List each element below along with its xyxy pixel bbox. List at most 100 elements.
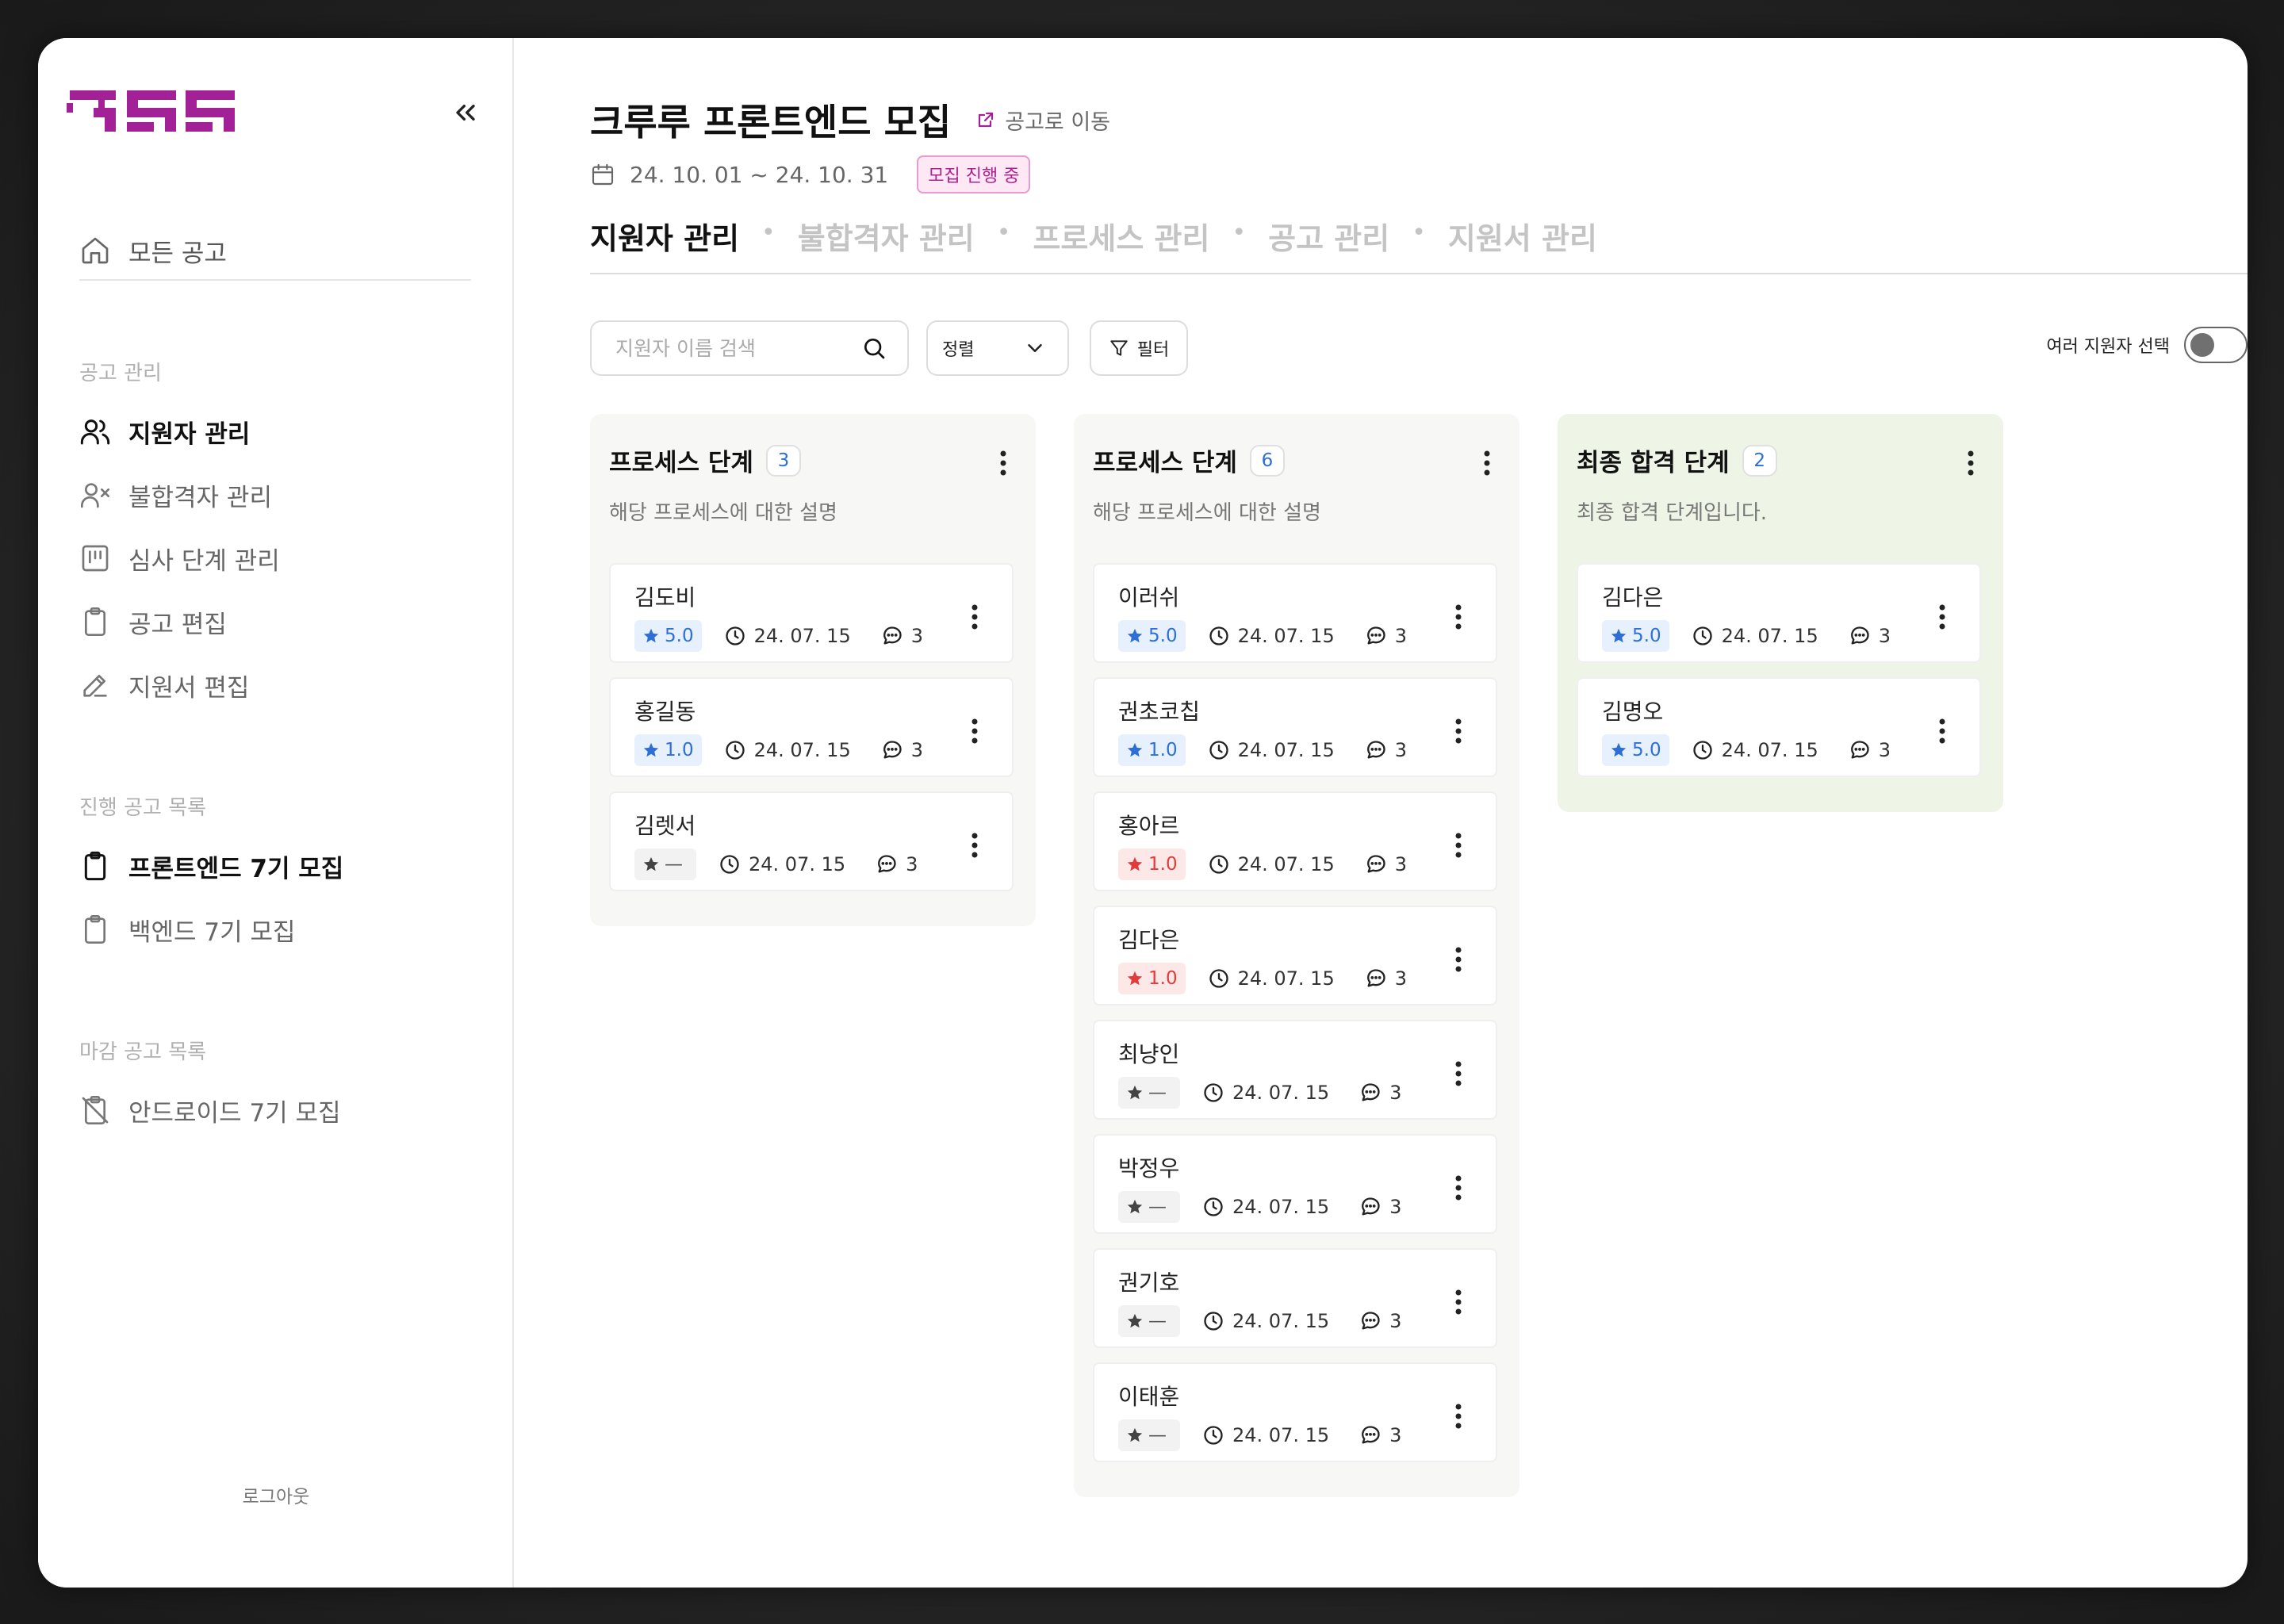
applicant-card[interactable]: 김렛서 — 24. 07. 15 3: [609, 791, 1014, 891]
rating-value: —: [1148, 1311, 1167, 1331]
sidebar-item-label: 불합격자 관리: [128, 483, 272, 512]
applicant-card[interactable]: 김도비 5.0 24. 07. 15 3: [609, 563, 1014, 663]
tab-rejected-management[interactable]: 불합격자 관리: [798, 214, 975, 258]
multi-select-toggle[interactable]: [2184, 327, 2248, 363]
card-more-icon[interactable]: [1453, 1058, 1464, 1090]
rating-badge: —: [1118, 1077, 1180, 1109]
applicant-card[interactable]: 이태훈 — 24. 07. 15 3: [1093, 1362, 1497, 1462]
applied-date-value: 24. 07. 15: [1721, 625, 1818, 647]
comment-icon: [1365, 625, 1387, 647]
rating-badge: —: [1118, 1419, 1180, 1451]
card-more-icon[interactable]: [969, 829, 980, 861]
tab-application-management[interactable]: 지원서 관리: [1448, 214, 1597, 258]
comment-count: 3: [876, 853, 918, 875]
card-more-icon[interactable]: [1937, 601, 1948, 633]
applicant-card[interactable]: 최냥인 — 24. 07. 15 3: [1093, 1020, 1497, 1120]
comment-count-value: 3: [1389, 1424, 1402, 1446]
card-more-icon[interactable]: [969, 601, 980, 633]
star-icon: [642, 856, 660, 873]
section-label-closed-postings: 마감 공고 목록: [79, 1040, 207, 1064]
clock-icon: [1208, 739, 1230, 761]
comment-count-value: 3: [906, 853, 918, 875]
applicant-card[interactable]: 권초코칩 1.0 24. 07. 15 3: [1093, 677, 1497, 777]
applicant-name: 권기호: [1118, 1270, 1180, 1296]
sidebar-item-all-postings[interactable]: 모든 공고: [79, 222, 471, 281]
applied-date-value: 24. 07. 15: [1232, 1082, 1330, 1104]
applicant-card[interactable]: 홍길동 1.0 24. 07. 15 3: [609, 677, 1014, 777]
search-input[interactable]: [615, 336, 853, 360]
comment-count-value: 3: [1394, 967, 1407, 990]
sidebar-item-frontend-7[interactable]: 프론트엔드 7기 모집: [79, 842, 471, 890]
sidebar-item-applicant-management[interactable]: 지원자 관리: [79, 408, 471, 455]
applied-date: 24. 07. 15: [724, 739, 851, 761]
collapse-sidebar-button[interactable]: [446, 94, 485, 132]
card-more-icon[interactable]: [1453, 1172, 1464, 1204]
kanban-column: 프로세스 단계 3 해당 프로세스에 대한 설명 김도비 5.0 24. 07.…: [590, 414, 1036, 926]
brand-logo[interactable]: [67, 86, 265, 141]
column-header: 프로세스 단계 6: [1093, 442, 1285, 478]
applicant-card[interactable]: 김명오 5.0 24. 07. 15 3: [1577, 677, 1981, 777]
rating-badge: 5.0: [1602, 734, 1669, 766]
column-more-icon[interactable]: [1965, 447, 1976, 479]
date-range: 24. 10. 01 ~ 24. 10. 31: [630, 161, 889, 188]
sidebar-item-backend-7[interactable]: 백엔드 7기 모집: [79, 906, 471, 953]
user-x-icon: [81, 483, 110, 508]
applicant-card[interactable]: 홍아르 1.0 24. 07. 15 3: [1093, 791, 1497, 891]
applicant-meta: — 24. 07. 15 3: [1118, 1419, 1401, 1451]
card-more-icon[interactable]: [1937, 715, 1948, 747]
card-more-icon[interactable]: [1453, 944, 1464, 975]
multi-select-label: 여러 지원자 선택: [2046, 337, 2170, 357]
filter-button[interactable]: 필터: [1090, 320, 1188, 376]
applicant-meta: — 24. 07. 15 3: [634, 848, 918, 880]
rating-badge: 1.0: [1118, 734, 1186, 766]
comment-count: 3: [1365, 625, 1407, 647]
sidebar-item-android-7[interactable]: 안드로이드 7기 모집: [79, 1086, 471, 1134]
column-count-badge: 3: [765, 444, 801, 477]
tab-applicant-management[interactable]: 지원자 관리: [590, 214, 739, 258]
card-more-icon[interactable]: [1453, 829, 1464, 861]
comment-icon: [881, 625, 903, 647]
sidebar-item-label: 프론트엔드 7기 모집: [128, 854, 344, 883]
tab-separator: •: [1232, 219, 1247, 247]
sidebar-item-label: 심사 단계 관리: [128, 546, 280, 576]
comment-count: 3: [1365, 739, 1407, 761]
comment-count: 3: [1849, 625, 1891, 647]
goto-posting-link[interactable]: 공고로 이동: [976, 105, 1110, 136]
sidebar-item-edit-application[interactable]: 지원서 편집: [79, 661, 471, 709]
sidebar-item-label: 공고 편집: [128, 610, 227, 639]
comment-count: 3: [1365, 967, 1407, 990]
search-icon[interactable]: [861, 335, 887, 361]
applicant-meta: 5.0 24. 07. 15 3: [1602, 734, 1891, 766]
sidebar-item-edit-posting[interactable]: 공고 편집: [79, 598, 471, 645]
tab-process-management[interactable]: 프로세스 관리: [1033, 214, 1209, 258]
tab-posting-management[interactable]: 공고 관리: [1268, 214, 1389, 258]
applicant-card[interactable]: 김다은 5.0 24. 07. 15 3: [1577, 563, 1981, 663]
sidebar-item-label: 지원서 편집: [128, 673, 250, 703]
column-more-icon[interactable]: [1481, 447, 1493, 479]
card-more-icon[interactable]: [1453, 601, 1464, 633]
card-more-icon[interactable]: [969, 715, 980, 747]
home-icon: [82, 237, 109, 264]
sidebar-item-stage-management[interactable]: 심사 단계 관리: [79, 534, 471, 582]
rating-value: 1.0: [1148, 740, 1178, 760]
applicant-card[interactable]: 박정우 — 24. 07. 15 3: [1093, 1134, 1497, 1234]
logout-button[interactable]: 로그아웃: [38, 1481, 514, 1508]
applicant-name: 이러쉬: [1118, 584, 1180, 611]
comment-icon: [1365, 967, 1387, 990]
card-more-icon[interactable]: [1453, 1286, 1464, 1318]
column-more-icon[interactable]: [998, 447, 1009, 479]
applicant-meta: 1.0 24. 07. 15 3: [1118, 848, 1407, 880]
sort-dropdown[interactable]: 정렬: [926, 320, 1069, 376]
applicant-card[interactable]: 이러쉬 5.0 24. 07. 15 3: [1093, 563, 1497, 663]
applicant-card[interactable]: 김다은 1.0 24. 07. 15 3: [1093, 906, 1497, 1005]
applied-date: 24. 07. 15: [1202, 1310, 1329, 1332]
card-more-icon[interactable]: [1453, 1400, 1464, 1432]
card-more-icon[interactable]: [1453, 715, 1464, 747]
applicant-card[interactable]: 권기호 — 24. 07. 15 3: [1093, 1248, 1497, 1348]
column-description: 해당 프로세스에 대한 설명: [609, 501, 837, 525]
main-content: 크루루 프론트엔드 모집 공고로 이동 24. 10. 01 ~ 24. 10.…: [514, 38, 2248, 1588]
sidebar-item-rejected-management[interactable]: 불합격자 관리: [79, 471, 471, 519]
comment-count-value: 3: [1878, 625, 1891, 647]
tab-separator: •: [1412, 219, 1426, 247]
date-row: 24. 10. 01 ~ 24. 10. 31 모집 진행 중: [590, 155, 1031, 193]
